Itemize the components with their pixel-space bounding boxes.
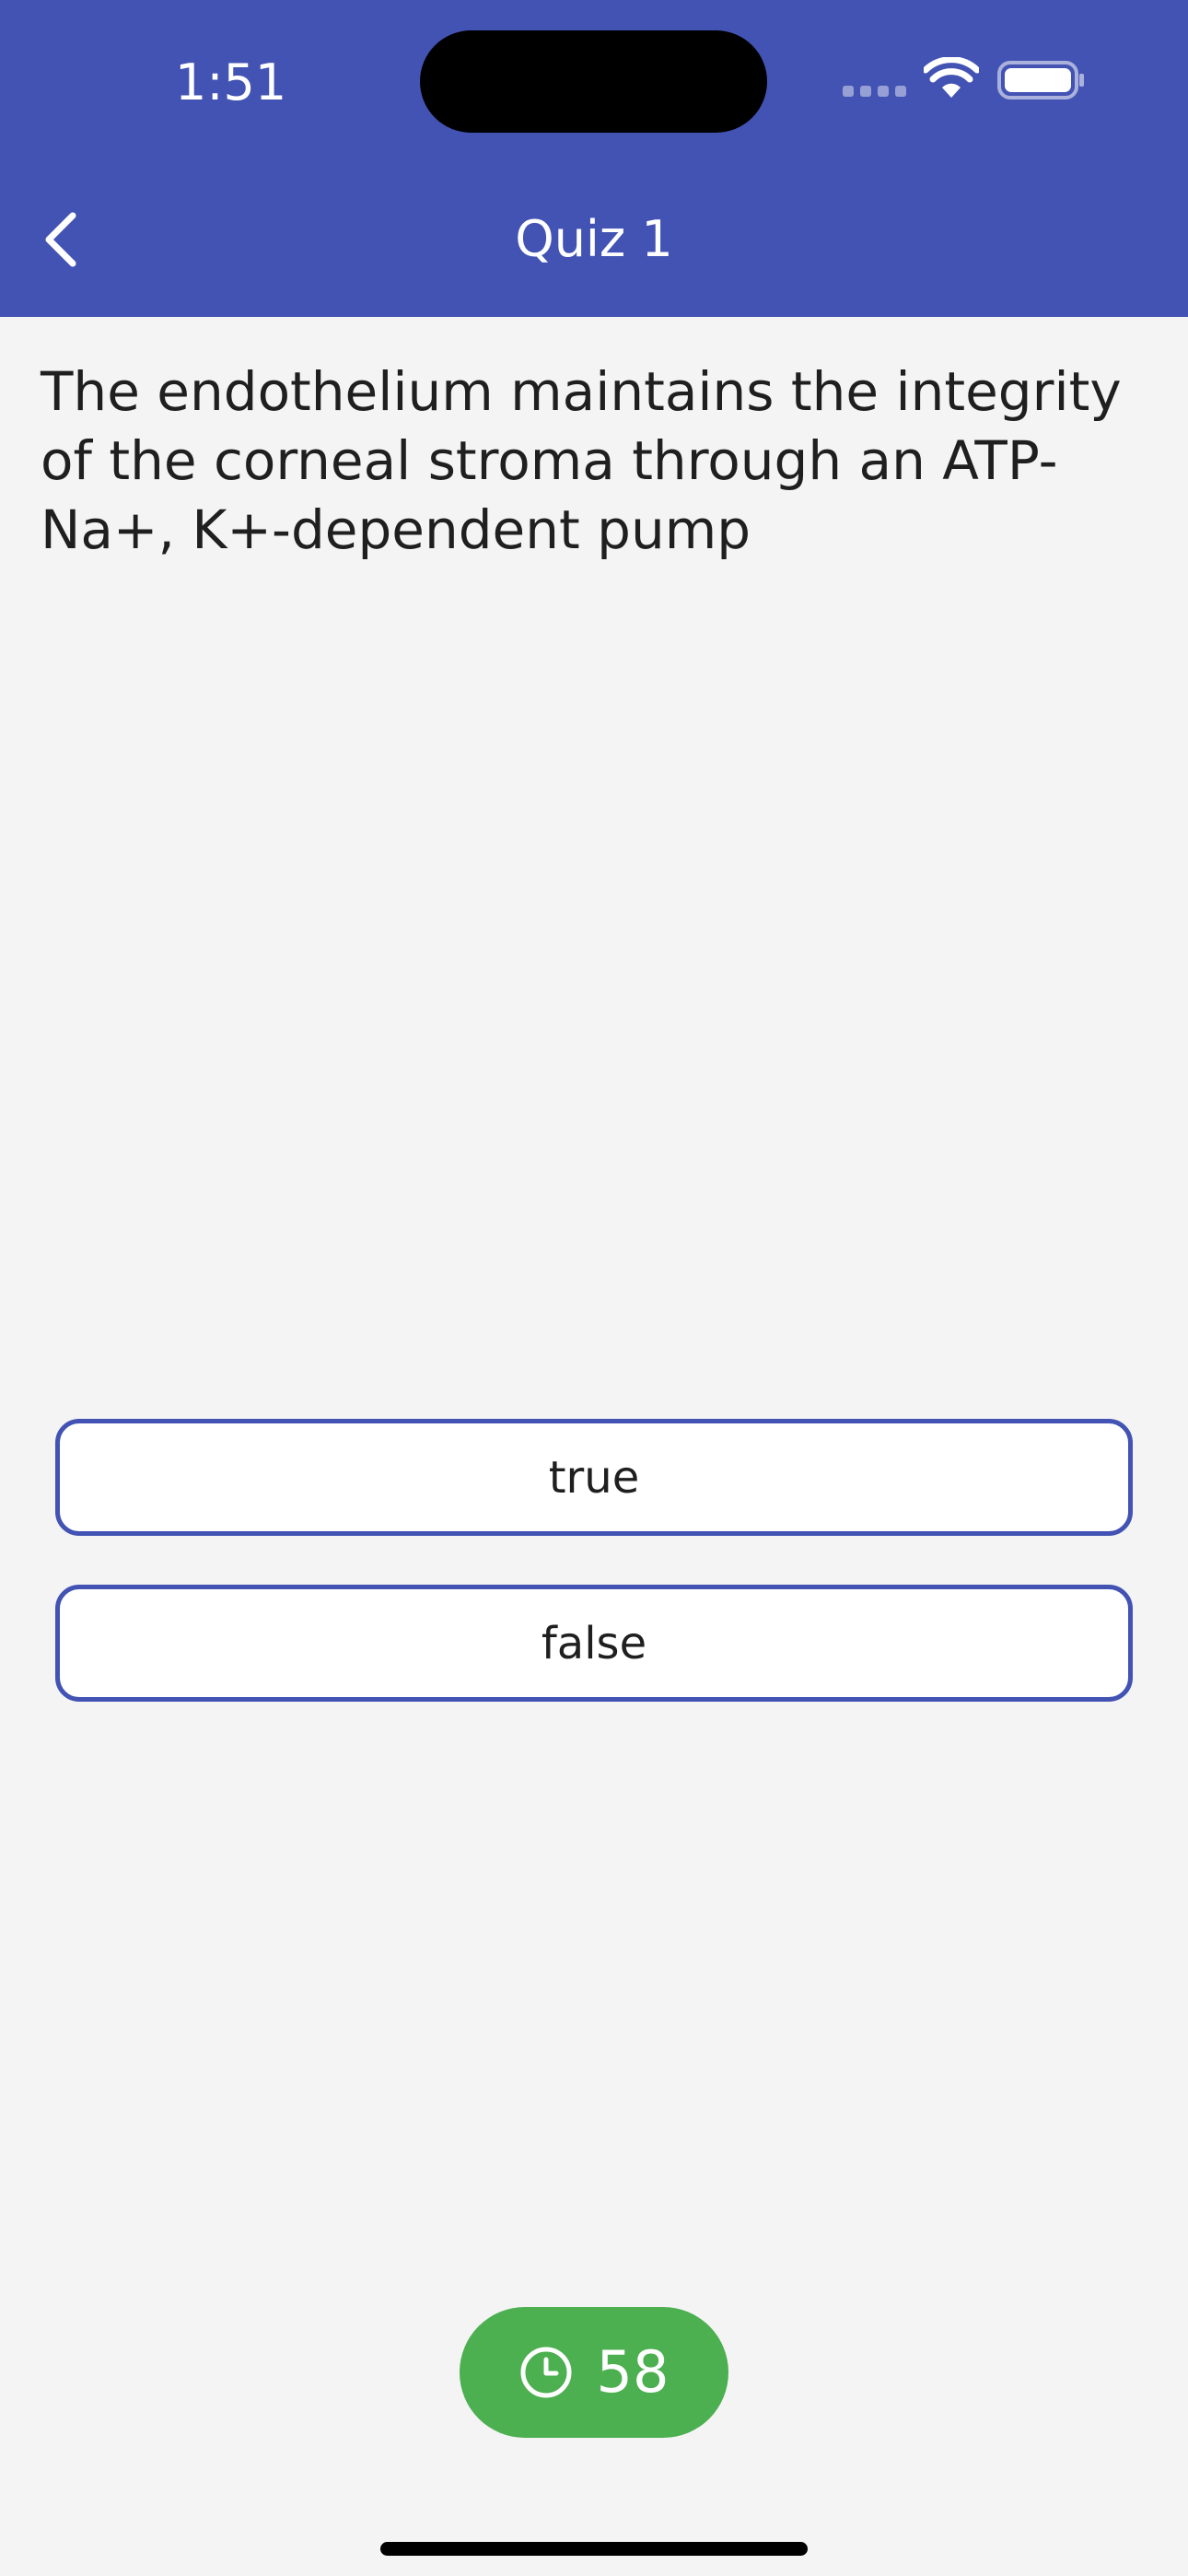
home-indicator[interactable] — [380, 2542, 808, 2556]
page-title: Quiz 1 — [515, 210, 673, 268]
answer-option-true[interactable]: true — [55, 1419, 1133, 1536]
dynamic-island — [420, 30, 767, 133]
question-text: The endothelium maintains the integrity … — [41, 360, 1122, 561]
cellular-signal-icon — [843, 86, 906, 97]
status-time: 1:51 — [175, 53, 287, 111]
answer-option-label: true — [548, 1451, 640, 1504]
wifi-icon — [924, 57, 979, 98]
app-header: 1:51 Quiz 1 — [0, 0, 1188, 317]
battery-icon — [997, 61, 1084, 100]
countdown-timer: 58 — [460, 2307, 728, 2438]
answer-option-label: false — [541, 1617, 647, 1669]
timer-value: 58 — [596, 2338, 670, 2406]
clock-icon — [520, 2347, 572, 2398]
answer-option-false[interactable]: false — [55, 1585, 1133, 1702]
